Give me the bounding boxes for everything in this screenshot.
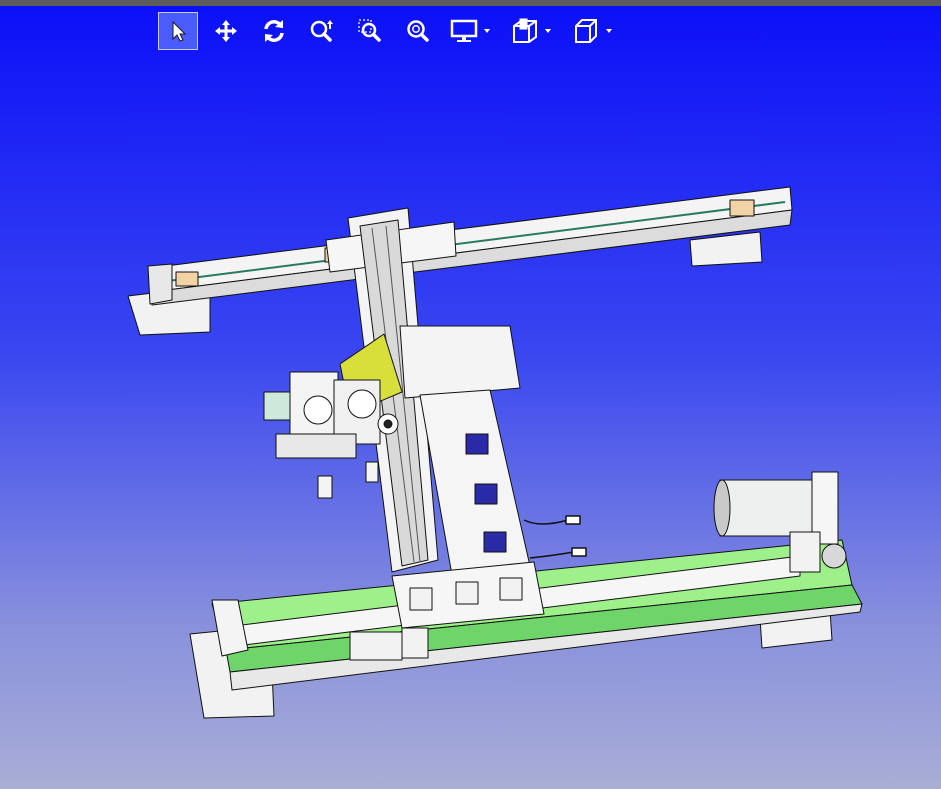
lower-rail[interactable]	[189, 539, 863, 719]
cad-model[interactable]	[0, 0, 941, 789]
upper-rail[interactable]	[127, 186, 793, 336]
3d-viewport[interactable]	[0, 0, 941, 789]
cable-harness	[523, 515, 587, 559]
